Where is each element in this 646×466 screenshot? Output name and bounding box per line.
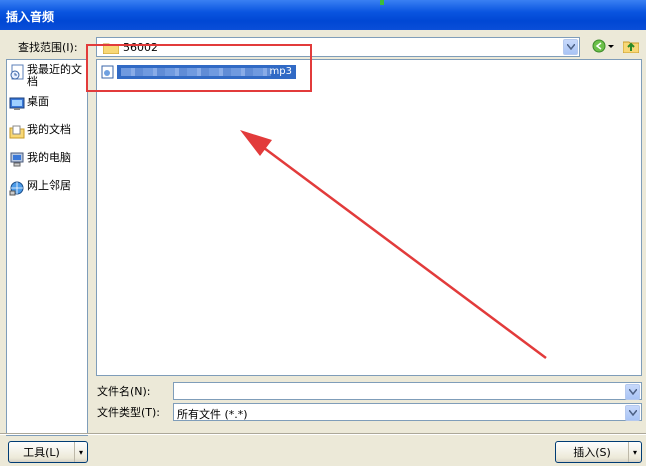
- insert-button[interactable]: 插入(S) ▾: [555, 441, 642, 463]
- filetype-label: 文件类型(T):: [97, 406, 161, 419]
- tools-button[interactable]: 工具(L) ▾: [8, 441, 88, 463]
- filetype-dropdown[interactable]: 所有文件 (*.*): [173, 403, 642, 421]
- filename-input[interactable]: [173, 382, 642, 400]
- chevron-down-icon[interactable]: ▾: [74, 442, 87, 462]
- filetype-value: 所有文件 (*.*): [177, 408, 248, 421]
- chevron-down-icon[interactable]: [625, 405, 640, 421]
- chevron-down-icon[interactable]: ▾: [628, 442, 641, 462]
- chevron-down-icon[interactable]: [625, 384, 640, 400]
- filename-label: 文件名(N):: [97, 385, 151, 398]
- tools-button-label: 工具(L): [23, 446, 60, 459]
- insert-button-label: 插入(S): [573, 446, 611, 459]
- divider: [0, 433, 646, 435]
